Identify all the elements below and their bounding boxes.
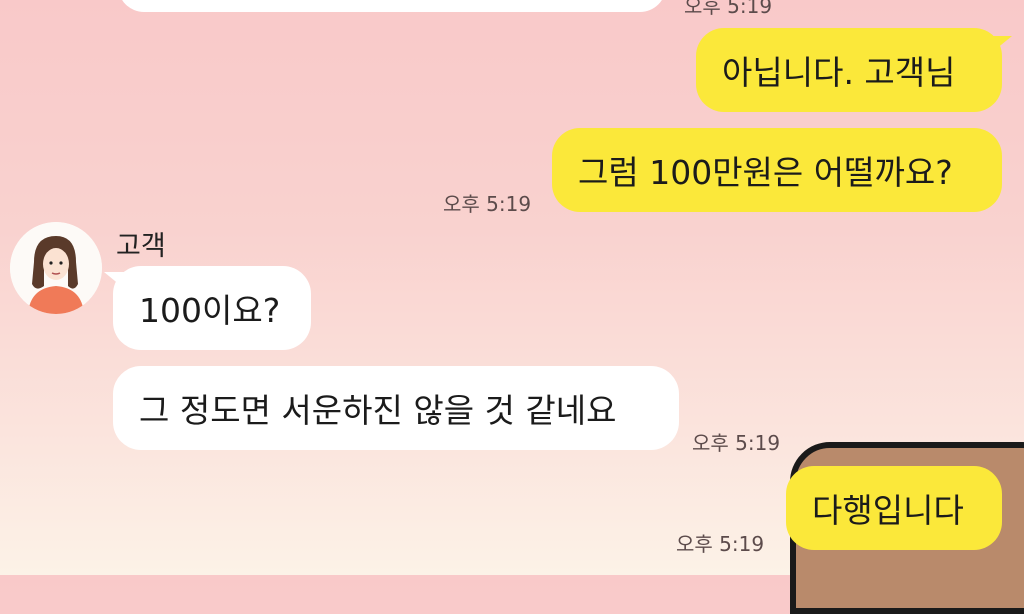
bubble-tail [104,272,126,290]
message-text: 100이요? [139,291,281,330]
message-time: 오후 5:19 [443,192,532,216]
my-message-bubble: 아닙니다. 고객님 [696,28,1002,112]
their-message-bubble: 그 정도면 서운하진 않을 것 같네요 [113,366,679,450]
message-time: 오후 5:19 [692,431,781,455]
message-time: 오후 5:19 [676,532,765,556]
my-message-bubble: 다행입니다 [786,466,1002,550]
previous-message-bubble [118,0,666,12]
sender-name: 고객 [116,231,166,262]
message-time: 오후 5:19 [684,0,773,18]
bubble-tail [990,36,1012,54]
message-text: 다행입니다 [812,491,964,530]
message-text: 그럼 100만원은 어떨까요? [578,153,953,192]
my-message-bubble: 그럼 100만원은 어떨까요? [552,128,1002,212]
message-text: 그 정도면 서운하진 않을 것 같네요 [139,391,617,430]
user-avatar[interactable] [10,222,102,314]
their-message-bubble: 100이요? [113,266,311,350]
message-text: 아닙니다. 고객님 [722,53,956,92]
woman-avatar-icon [10,222,102,314]
